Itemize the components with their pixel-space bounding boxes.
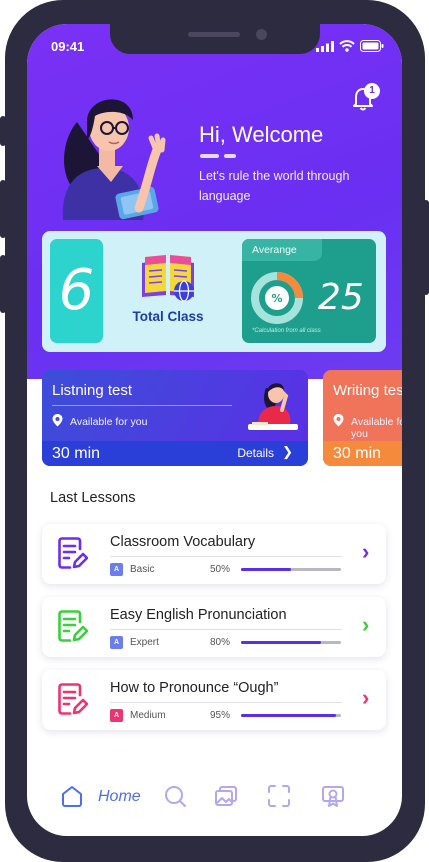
translate-icon: A xyxy=(110,563,123,576)
chevron-right-icon[interactable]: › xyxy=(362,539,369,565)
lesson-title: How to Pronounce “Ough” xyxy=(110,680,279,696)
title-underline-short xyxy=(224,154,236,158)
section-title: Last Lessons xyxy=(50,490,136,506)
test-footer: 30 min Details ❯ xyxy=(42,441,308,466)
test-title: Writing test xyxy=(333,382,402,399)
average-note: *Calculation from all class xyxy=(252,328,321,334)
chevron-right-icon[interactable]: › xyxy=(362,612,369,638)
lesson-level: Medium xyxy=(130,710,166,721)
lesson-progress-label: 50% xyxy=(210,564,231,575)
thinking-girl-illustration xyxy=(248,383,298,430)
power-button xyxy=(423,200,429,295)
lesson-progress-bar xyxy=(241,714,341,717)
mute-switch xyxy=(0,116,6,146)
title-underline-long xyxy=(200,154,219,158)
lesson-progress-fill xyxy=(241,641,321,644)
welcome-subtitle: Let's rule the world through language xyxy=(199,169,350,203)
lesson-progress-label: 80% xyxy=(210,637,231,648)
writing-test-card[interactable]: Writing test Available for you 30 min xyxy=(323,370,402,466)
lesson-progress-bar xyxy=(241,568,341,571)
translate-icon: A xyxy=(110,636,123,649)
stats-card: 6 Total Class Averange % 25 *Calculation… xyxy=(42,231,386,352)
gallery-icon[interactable] xyxy=(214,784,238,808)
lesson-progress-bar xyxy=(241,641,341,644)
total-class-label: Total Class xyxy=(132,309,204,324)
status-time: 09:41 xyxy=(51,39,85,54)
bottom-navigation: Home xyxy=(27,772,402,822)
lesson-divider xyxy=(110,702,342,703)
signal-icon xyxy=(316,40,334,52)
speaker xyxy=(188,32,240,37)
lesson-title: Classroom Vocabulary xyxy=(110,534,256,550)
status-icons xyxy=(316,40,384,52)
total-class-count: 6 xyxy=(50,239,103,343)
camera xyxy=(256,29,267,40)
chevron-right-icon[interactable]: › xyxy=(362,685,369,711)
lesson-document-icon xyxy=(58,537,88,569)
lesson-document-icon xyxy=(58,610,88,642)
average-value: 25 xyxy=(318,277,364,318)
search-icon[interactable] xyxy=(163,784,187,808)
test-availability: Available for you xyxy=(70,416,148,428)
home-tab-label[interactable]: Home xyxy=(98,788,141,806)
welcome-title: Hi, Welcome xyxy=(199,122,324,147)
lesson-card[interactable]: Classroom Vocabulary A Basic 50% › xyxy=(42,524,386,584)
lesson-title: Easy English Pronunciation xyxy=(110,607,287,623)
certificate-icon[interactable] xyxy=(321,784,345,808)
chevron-right-icon[interactable]: ❯ xyxy=(282,444,293,460)
lesson-level: Expert xyxy=(130,637,159,648)
lesson-divider xyxy=(110,556,342,557)
lesson-progress-label: 95% xyxy=(210,710,231,721)
app-screen: 09:41 1 Hi, Welcome Let's rule the world… xyxy=(27,24,402,836)
test-availability: Available for you xyxy=(351,416,402,440)
average-panel: Averange % 25 *Calculation from all clas… xyxy=(242,239,376,343)
lesson-divider xyxy=(110,629,342,630)
book-icon xyxy=(142,255,194,302)
device-notch xyxy=(110,24,320,54)
translate-icon: A xyxy=(110,709,123,722)
listening-test-card[interactable]: Listning test Available for you 30 min D… xyxy=(42,370,308,466)
svg-text:%: % xyxy=(271,292,282,305)
percent-ring-icon: % xyxy=(251,272,303,324)
location-pin-icon xyxy=(333,414,344,427)
notification-badge: 1 xyxy=(364,83,380,99)
lesson-card[interactable]: How to Pronounce “Ough” A Medium 95% › xyxy=(42,670,386,730)
details-link[interactable]: Details xyxy=(237,446,274,460)
lesson-progress-fill xyxy=(241,714,336,717)
test-duration: 30 min xyxy=(333,445,382,462)
battery-icon xyxy=(360,40,384,52)
test-divider xyxy=(52,405,232,406)
test-footer: 30 min xyxy=(323,441,402,466)
average-label: Averange xyxy=(242,239,322,261)
test-title: Listning test xyxy=(52,382,133,399)
home-icon[interactable] xyxy=(60,784,84,808)
scan-icon[interactable] xyxy=(267,784,291,808)
student-illustration xyxy=(62,99,166,220)
lesson-card[interactable]: Easy English Pronunciation A Expert 80% … xyxy=(42,597,386,657)
location-pin-icon xyxy=(52,414,63,427)
wifi-icon xyxy=(339,40,355,52)
test-duration: 30 min xyxy=(52,445,101,462)
volume-up-button xyxy=(0,180,6,238)
lesson-progress-fill xyxy=(241,568,291,571)
lesson-level: Basic xyxy=(130,564,155,575)
lesson-document-icon xyxy=(58,683,88,715)
volume-down-button xyxy=(0,255,6,313)
